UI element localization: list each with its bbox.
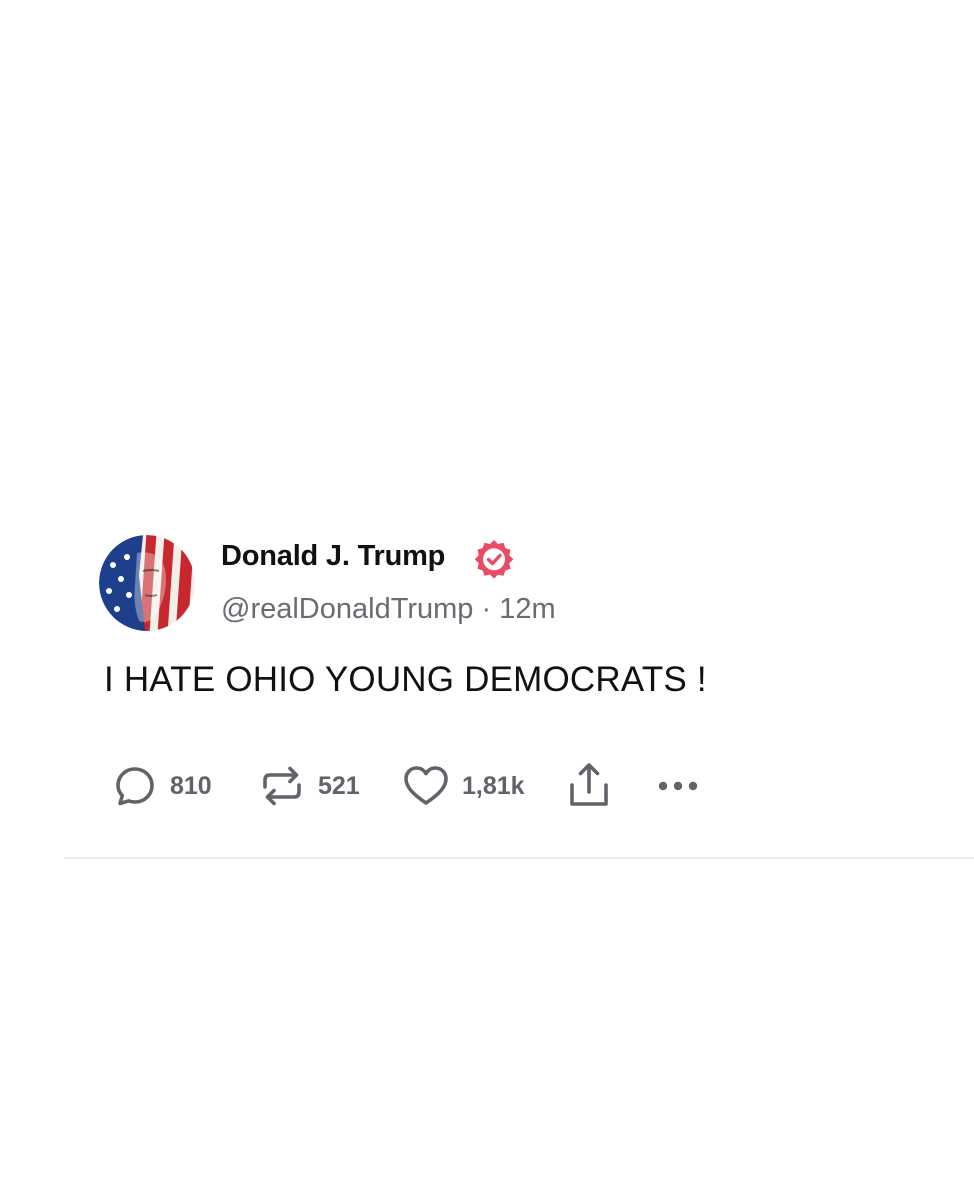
author-handle[interactable]: @realDonaldTrump [221,593,473,625]
post-card: Donald J. Trump @realDonaldTrump · 12m I… [0,0,974,1200]
meta-separator: · [481,593,492,625]
more-options-button[interactable] [654,760,702,812]
flag-portrait-avatar-image [99,535,195,631]
more-dots-icon [658,781,698,791]
like-button[interactable]: 1,81k [402,760,525,812]
post-actions-bar: 810 521 1,81k [0,760,974,812]
verified-badge-icon [474,540,514,579]
reply-count: 810 [170,771,212,800]
reply-bubble-icon [116,767,154,806]
repost-button[interactable]: 521 [258,760,360,812]
author-display-name[interactable]: Donald J. Trump [221,540,445,573]
post-timestamp[interactable]: 12m [499,593,555,625]
repost-icon [263,766,301,806]
share-icon [570,763,608,806]
repost-count: 521 [318,771,360,800]
like-count: 1,81k [462,771,525,800]
share-button[interactable] [566,760,612,812]
heart-icon [404,766,448,805]
author-avatar[interactable] [99,535,195,631]
post-body-text: I HATE OHIO YOUNG DEMOCRATS ! [104,660,707,699]
post-meta: @realDonaldTrump · 12m [221,593,556,626]
reply-button[interactable]: 810 [112,760,212,812]
post-divider [64,857,974,859]
